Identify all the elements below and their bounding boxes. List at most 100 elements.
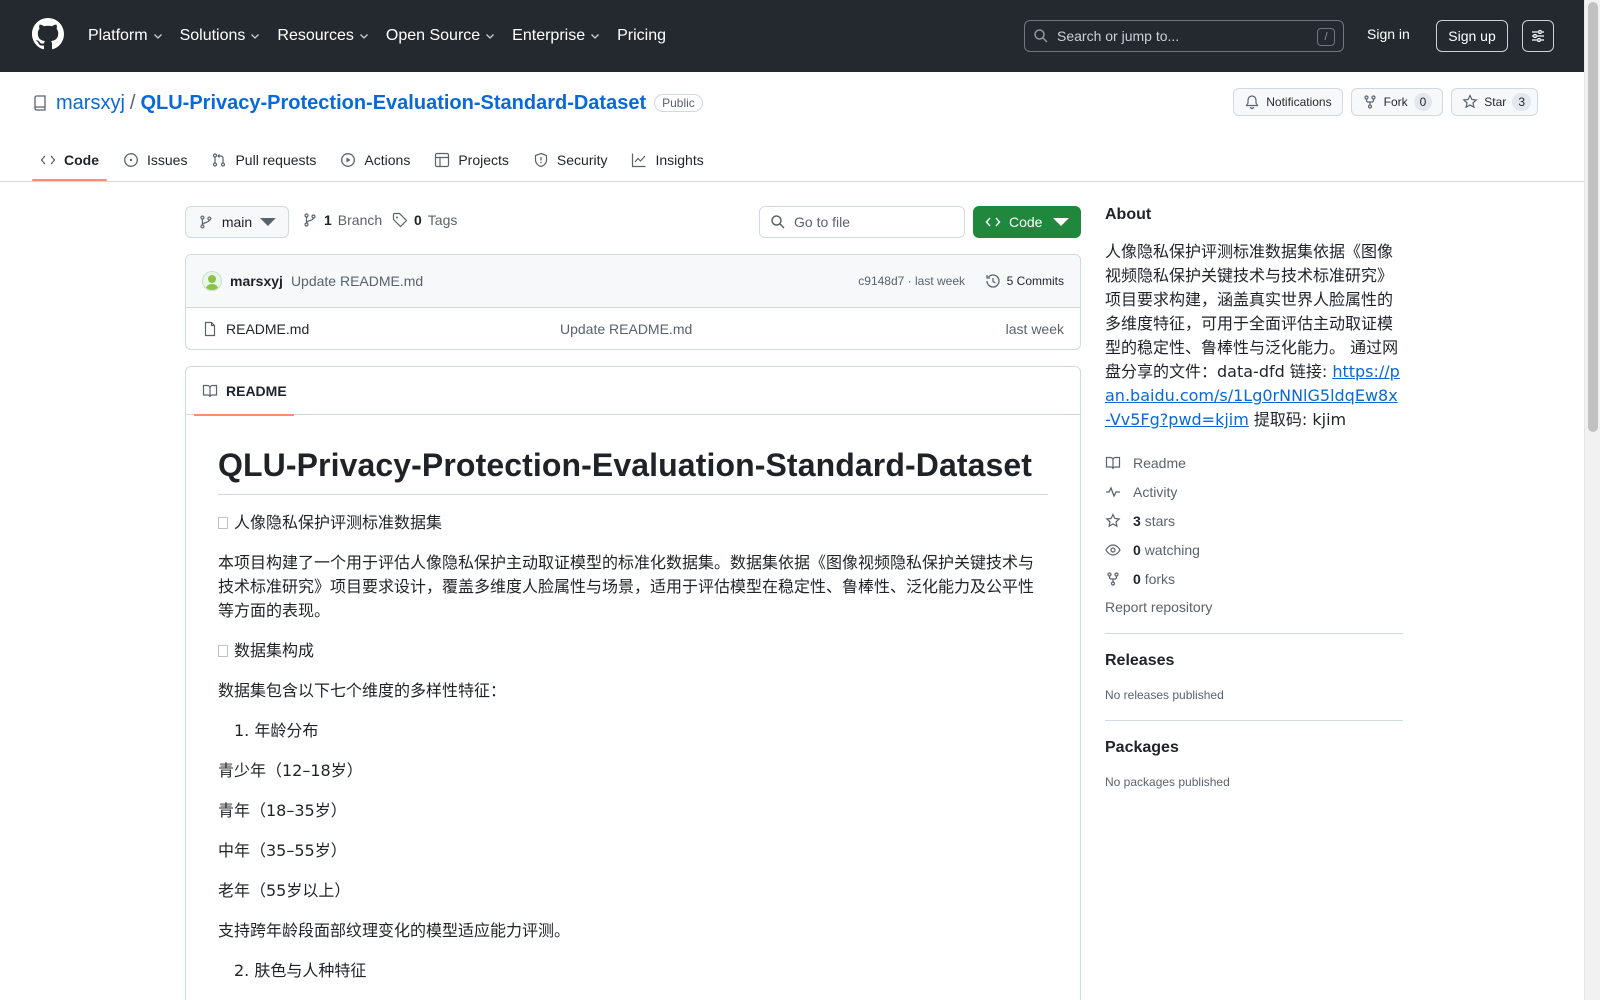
menu-button[interactable] — [1522, 20, 1554, 52]
readme-tab[interactable]: README — [194, 367, 294, 416]
sidebar-divider — [1105, 720, 1403, 721]
tab-label: Actions — [364, 152, 411, 168]
global-header: Platform Solutions Resources Open Source… — [0, 0, 1584, 72]
go-to-file-placeholder: Go to file — [794, 214, 851, 230]
stars-count: 3 — [1133, 512, 1141, 529]
global-nav: Platform Solutions Resources Open Source… — [88, 0, 682, 72]
about-text: 人像隐私保护评测标准数据集依据《图像视频隐私保护关键技术与技术标准研究》项目要求… — [1105, 242, 1399, 381]
avatar[interactable] — [202, 271, 222, 291]
chevron-down-icon — [251, 34, 260, 39]
go-to-file-input[interactable]: Go to file — [759, 206, 965, 238]
caret-down-icon — [260, 218, 276, 226]
shield-icon — [534, 152, 548, 168]
global-search-input[interactable]: Search or jump to... / — [1024, 20, 1344, 52]
nav-label: Platform — [88, 27, 148, 44]
packages-heading[interactable]: Packages — [1105, 739, 1403, 757]
sign-in-link[interactable]: Sign in — [1367, 26, 1410, 42]
fork-label: Fork — [1383, 95, 1408, 109]
fork-icon — [1107, 571, 1119, 586]
readme-subtitle-text: 人像隐私保护评测标准数据集 — [234, 513, 443, 532]
book-icon — [1105, 456, 1121, 469]
notifications-label: Notifications — [1266, 95, 1332, 109]
scrollbar-thumb[interactable] — [1588, 2, 1598, 432]
page-scrollbar[interactable] — [1584, 0, 1600, 1000]
readme-section-heading: 数据集构成 — [218, 639, 1048, 663]
commit-hash-time[interactable]: c9148d7 · last week — [858, 274, 965, 288]
star-button[interactable]: Star 3 — [1451, 88, 1538, 116]
tab-security[interactable]: Security — [525, 140, 616, 180]
search-icon — [1034, 29, 1048, 43]
nav-label: Resources — [277, 27, 354, 44]
repo-tabs: Code Issues Pull requests Actions Projec… — [32, 140, 720, 181]
star-icon — [1105, 512, 1121, 527]
play-icon — [341, 153, 356, 167]
commit-message-link[interactable]: Update README.md — [291, 273, 423, 289]
repo-separator: / — [129, 91, 136, 114]
code-dropdown-button[interactable]: Code — [973, 206, 1081, 238]
readme-panel: README QLU-Privacy-Protection-Evaluation… — [185, 366, 1081, 1000]
activity-link[interactable]: Activity — [1105, 477, 1403, 506]
tab-pull-requests[interactable]: Pull requests — [203, 140, 324, 180]
about-heading: About — [1105, 206, 1152, 223]
tab-label: Code — [64, 152, 99, 168]
nav-label: Open Source — [385, 27, 481, 44]
notifications-button[interactable]: Notifications — [1233, 88, 1343, 116]
nav-pricing[interactable]: Pricing — [617, 27, 666, 45]
nav-platform[interactable]: Platform — [88, 27, 164, 45]
forks-link[interactable]: 0 forks — [1105, 564, 1403, 593]
file-name-link[interactable]: README.md — [226, 321, 309, 337]
code-icon — [40, 155, 56, 165]
tab-projects[interactable]: Projects — [426, 140, 517, 180]
commits-history-link[interactable]: 5 Commits — [985, 273, 1064, 289]
readme-link[interactable]: Readme — [1105, 448, 1403, 477]
activity-link-label: Activity — [1133, 483, 1178, 500]
nav-solutions[interactable]: Solutions — [180, 27, 262, 45]
readme-link-label: Readme — [1133, 454, 1186, 471]
readme-age-item: 中年（35–55岁） — [218, 841, 347, 860]
stars-link[interactable]: 3 stars — [1105, 506, 1403, 535]
branch-icon — [200, 215, 212, 229]
readme-header: README — [186, 367, 1080, 416]
tabs-divider — [0, 181, 1584, 182]
file-browser: marsxyj Update README.md c9148d7 · last … — [185, 254, 1081, 350]
branch-icon — [304, 213, 316, 227]
tab-insights[interactable]: Insights — [623, 140, 711, 180]
nav-enterprise[interactable]: Enterprise — [512, 27, 601, 45]
tab-label: Insights — [655, 152, 704, 168]
sliders-icon — [1532, 30, 1544, 42]
nav-resources[interactable]: Resources — [277, 27, 369, 45]
file-row[interactable]: README.md Update README.md last week — [186, 308, 1080, 349]
report-repository-link[interactable]: Report repository — [1105, 599, 1403, 615]
packages-empty-text: No packages published — [1105, 775, 1230, 789]
releases-empty-text: No releases published — [1105, 688, 1224, 702]
fork-button[interactable]: Fork 0 — [1350, 88, 1444, 116]
github-logo-icon[interactable] — [32, 18, 64, 50]
tab-actions[interactable]: Actions — [332, 140, 418, 180]
tab-issues[interactable]: Issues — [115, 140, 195, 180]
readme-tab-label: README — [226, 382, 287, 399]
nav-label: Pricing — [617, 27, 666, 44]
caret-down-icon — [1053, 218, 1069, 226]
branch-select-button[interactable]: main — [185, 206, 289, 238]
commit-author-link[interactable]: marsxyj — [230, 273, 283, 289]
repo-name-link[interactable]: QLU-Privacy-Protection-Evaluation-Standa… — [140, 92, 646, 115]
latest-commit-row: marsxyj Update README.md c9148d7 · last … — [186, 255, 1080, 308]
chevron-down-icon — [359, 34, 368, 39]
eye-icon — [1105, 543, 1121, 556]
nav-open-source[interactable]: Open Source — [386, 27, 496, 45]
nav-label: Enterprise — [512, 27, 586, 44]
branches-link[interactable]: 1 Branch — [302, 212, 382, 228]
search-hotkey: / — [1317, 28, 1335, 46]
sign-up-button[interactable]: Sign up — [1436, 20, 1508, 52]
tab-code[interactable]: Code — [32, 140, 107, 181]
repo-owner-link[interactable]: marsxyj — [56, 92, 125, 115]
graph-icon — [632, 153, 646, 168]
repo-sidebar: About 人像隐私保护评测标准数据集依据《图像视频隐私保护关键技术与技术标准研… — [1105, 206, 1403, 789]
watching-link[interactable]: 0 watching — [1105, 535, 1403, 564]
tags-link[interactable]: 0 Tags — [392, 212, 457, 228]
fork-icon — [1364, 95, 1376, 109]
readme-list-item: 1. 年龄分布 — [234, 721, 319, 740]
releases-heading[interactable]: Releases — [1105, 652, 1403, 670]
tag-count: 0 — [414, 212, 422, 228]
file-commit-link[interactable]: Update README.md — [560, 321, 692, 337]
